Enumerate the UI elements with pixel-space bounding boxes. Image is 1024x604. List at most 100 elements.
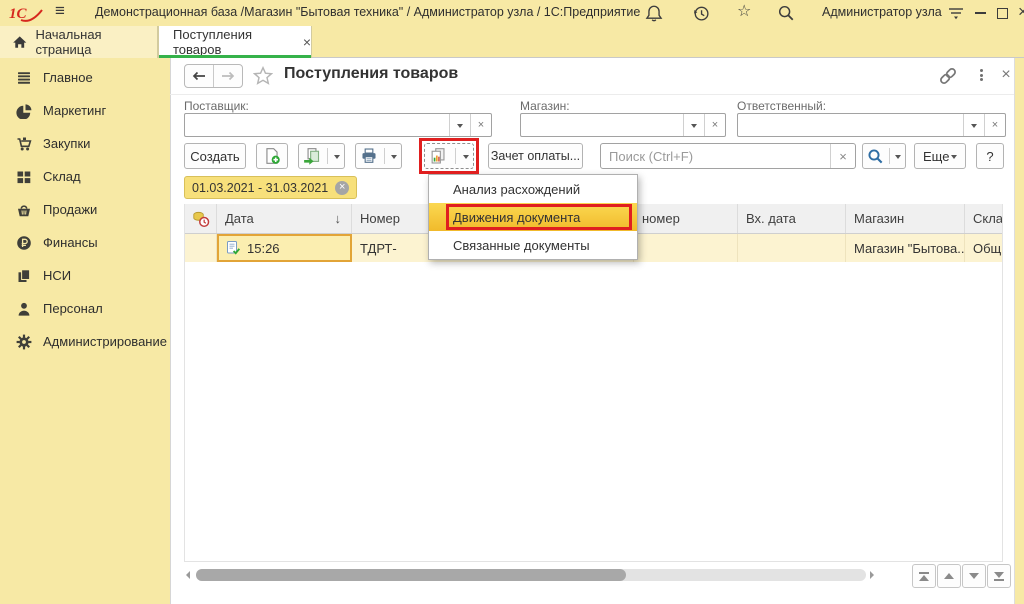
- supplier-input[interactable]: [185, 114, 449, 136]
- go-to-last-button[interactable]: [987, 564, 1011, 588]
- tab-home[interactable]: Начальная страница: [0, 26, 158, 58]
- new-document-plus-icon: [263, 147, 281, 165]
- menu-lines-icon: [16, 70, 32, 86]
- tab-close-icon[interactable]: ×: [303, 34, 311, 50]
- copy-documents-icon: [303, 147, 321, 165]
- responsible-dropdown-icon[interactable]: [963, 114, 984, 136]
- menu-item-dvizheniya-dokumenta[interactable]: Движения документа: [429, 203, 637, 231]
- settings-lines-icon[interactable]: [947, 5, 965, 21]
- row-warehouse-cell[interactable]: Общи: [965, 234, 1003, 262]
- report-chart-icon: [429, 147, 447, 165]
- sidebar-item-zakupki[interactable]: Закупки: [0, 127, 170, 160]
- close-window-icon[interactable]: ×: [1013, 2, 1024, 22]
- store-dropdown-icon[interactable]: [683, 114, 704, 136]
- store-input[interactable]: [521, 114, 683, 136]
- reports-dropdown-caret-icon[interactable]: [463, 155, 469, 162]
- current-user-label[interactable]: Администратор узла: [822, 5, 942, 19]
- last-bar-icon: [994, 579, 1004, 581]
- sidebar-item-finansy[interactable]: Финансы: [0, 226, 170, 259]
- column-header-store[interactable]: Магазин: [846, 204, 965, 233]
- responsible-input[interactable]: [738, 114, 963, 136]
- row-date-cell-active[interactable]: 15:26: [217, 234, 352, 262]
- sidebar-item-label: Склад: [43, 169, 81, 184]
- header-separator: [170, 94, 1014, 95]
- move-up-button[interactable]: [937, 564, 961, 588]
- main-menu-hamburger-icon[interactable]: ≡: [55, 1, 65, 21]
- menu-item-svyazannye-dokumenty[interactable]: Связанные документы: [429, 231, 637, 259]
- search-input[interactable]: [601, 144, 830, 168]
- sidebar-item-prodazhi[interactable]: Продажи: [0, 193, 170, 226]
- global-search-icon[interactable]: [777, 4, 795, 22]
- maximize-icon[interactable]: [992, 3, 1012, 23]
- tab-active-label: Поступления товаров: [173, 27, 293, 57]
- favorites-star-icon[interactable]: ☆: [737, 1, 751, 21]
- print-dropdown-caret-icon[interactable]: [391, 155, 397, 162]
- favorite-page-star-icon[interactable]: [253, 66, 273, 85]
- row-store-cell[interactable]: Магазин "Бытова...: [846, 234, 965, 262]
- sidebar-item-sklad[interactable]: Склад: [0, 160, 170, 193]
- scroll-right-arrow-icon[interactable]: [870, 571, 874, 579]
- scroll-left-arrow-icon[interactable]: [186, 571, 190, 579]
- row-incoming-date-cell[interactable]: [738, 234, 846, 262]
- move-down-button[interactable]: [962, 564, 986, 588]
- column-header-warehouse[interactable]: Склад: [965, 204, 1003, 233]
- column-header-incoming-number[interactable]: номер: [634, 204, 738, 233]
- history-icon[interactable]: [692, 4, 710, 22]
- store-clear-icon[interactable]: ×: [704, 114, 725, 136]
- column-header-incoming-date[interactable]: Вх. дата: [738, 204, 846, 233]
- more-button[interactable]: Еще: [914, 143, 966, 169]
- payment-offset-button[interactable]: Зачет оплаты...: [488, 143, 583, 169]
- posting-status-column-icon[interactable]: [185, 204, 217, 233]
- row-status-cell[interactable]: [185, 234, 217, 262]
- copy-button-group[interactable]: [298, 143, 345, 169]
- create-new-copy-button[interactable]: [256, 143, 288, 169]
- basket-icon: [16, 202, 32, 218]
- responsible-clear-icon[interactable]: ×: [984, 114, 1005, 136]
- get-link-icon[interactable]: [938, 66, 958, 86]
- sidebar-item-label: Маркетинг: [43, 103, 106, 118]
- forward-button[interactable]: [213, 65, 242, 87]
- sidebar-item-personal[interactable]: Персонал: [0, 292, 170, 325]
- go-to-first-button[interactable]: [912, 564, 936, 588]
- period-chip-remove-icon[interactable]: ×: [335, 181, 349, 195]
- notifications-bell-icon[interactable]: [645, 4, 663, 22]
- back-button[interactable]: [185, 65, 213, 87]
- column-header-date[interactable]: Дата ↓: [217, 204, 352, 233]
- sidebar-item-nsi[interactable]: НСИ: [0, 259, 170, 292]
- column-label: Дата: [225, 211, 254, 226]
- supplier-dropdown-icon[interactable]: [449, 114, 470, 136]
- supplier-clear-icon[interactable]: ×: [470, 114, 491, 136]
- period-filter-chip[interactable]: 01.03.2021 - 31.03.2021 ×: [184, 176, 357, 199]
- arrow-left-icon: [191, 70, 207, 82]
- copy-dropdown-caret-icon[interactable]: [334, 155, 340, 162]
- create-button[interactable]: Создать: [184, 143, 246, 169]
- search-options-button[interactable]: [862, 143, 906, 169]
- sidebar-item-administrirovanie[interactable]: Администрирование: [0, 325, 170, 358]
- coins-clock-icon: [192, 210, 210, 228]
- search-dropdown-caret-icon[interactable]: [895, 155, 901, 162]
- period-chip-label: 01.03.2021 - 31.03.2021: [192, 181, 328, 195]
- tab-postupleniya-tovarov[interactable]: Поступления товаров ×: [158, 26, 312, 58]
- more-actions-icon[interactable]: [969, 63, 993, 87]
- responsible-filter-field: ×: [737, 113, 1006, 137]
- window-right-strip: [1014, 58, 1024, 604]
- reports-button-group[interactable]: [424, 143, 474, 169]
- triangle-down-icon: [994, 572, 1004, 578]
- sidebar-item-glavnoe[interactable]: Главное: [0, 61, 170, 94]
- sidebar-item-marketing[interactable]: Маркетинг: [0, 94, 170, 127]
- reports-dropdown-menu: Анализ расхождений Движения документа Св…: [428, 174, 638, 260]
- menu-item-analiz-raskhozhdeniy[interactable]: Анализ расхождений: [429, 175, 637, 203]
- home-icon: [12, 34, 27, 50]
- search-clear-icon[interactable]: ×: [830, 144, 855, 168]
- app-window: 1С ≡ Демонстрационная база /Магазин "Быт…: [0, 0, 1024, 604]
- row-incoming-number-cell[interactable]: [634, 234, 738, 262]
- print-button-group[interactable]: [355, 143, 402, 169]
- help-button[interactable]: ?: [976, 143, 1004, 169]
- sidebar-item-label: НСИ: [43, 268, 71, 283]
- sidebar-item-label: Закупки: [43, 136, 90, 151]
- horizontal-scrollbar-thumb[interactable]: [196, 569, 626, 581]
- more-dropdown-caret-icon: [951, 155, 957, 162]
- arrow-right-icon: [220, 70, 236, 82]
- minimize-icon[interactable]: [970, 3, 990, 23]
- filter-label-supplier: Поставщик:: [184, 99, 249, 113]
